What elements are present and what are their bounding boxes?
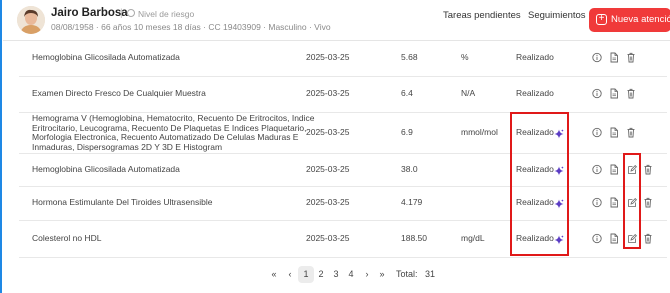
pending-tasks-button[interactable]: Tareas pendientes bbox=[443, 10, 521, 21]
exam-unit: mmol/mol bbox=[461, 126, 498, 137]
exam-name-line: Inmaduras, Dispersogramas 2D Y 3D E Hist… bbox=[32, 141, 223, 152]
exam-date: 2025-03-25 bbox=[306, 88, 350, 98]
exam-date: 2025-03-25 bbox=[306, 197, 350, 207]
first-page-icon[interactable]: « bbox=[266, 266, 282, 283]
page-3[interactable]: 3 bbox=[328, 266, 344, 283]
followups-button[interactable]: Seguimientos bbox=[528, 10, 586, 21]
exam-date: 2025-03-25 bbox=[306, 126, 350, 137]
table-row: Hormona Estimulante Del Tiroides Ultrase… bbox=[19, 186, 667, 221]
exam-value: 6.9 bbox=[401, 126, 413, 137]
trash-icon[interactable] bbox=[643, 233, 653, 244]
exam-date: 2025-03-25 bbox=[306, 52, 350, 62]
info-icon[interactable] bbox=[592, 127, 602, 138]
page-4[interactable]: 4 bbox=[343, 266, 359, 283]
info-icon[interactable] bbox=[592, 52, 602, 63]
trash-icon[interactable] bbox=[626, 127, 636, 138]
exam-name: Hormona Estimulante Del Tiroides Ultrase… bbox=[32, 197, 213, 207]
document-icon[interactable] bbox=[609, 233, 619, 244]
table-row: Colesterol no HDL 2025-03-25 188.50 mg/dL Re… bbox=[19, 220, 667, 258]
exam-name-line: Morfologia Electronica, Recuento Automat… bbox=[32, 132, 299, 143]
exam-value: 38.0 bbox=[401, 163, 418, 174]
patient-header: Jairo Barbosa | Nivel de riesgo 08/08/19… bbox=[3, 0, 670, 41]
status-highlight-box bbox=[510, 112, 569, 256]
info-icon[interactable] bbox=[592, 233, 602, 244]
exam-unit: mg/dL bbox=[461, 232, 485, 243]
trash-icon[interactable] bbox=[626, 88, 636, 99]
risk-level-label: Nivel de riesgo bbox=[138, 9, 195, 19]
last-page-icon[interactable]: » bbox=[374, 266, 390, 283]
table-row: Examen Directo Fresco De Cualquier Muest… bbox=[19, 76, 667, 113]
exam-date: 2025-03-25 bbox=[306, 232, 350, 243]
trash-icon[interactable] bbox=[626, 52, 636, 63]
prev-page-icon[interactable]: ‹ bbox=[282, 266, 298, 283]
exam-date: 2025-03-25 bbox=[306, 163, 350, 174]
info-icon[interactable] bbox=[592, 197, 602, 208]
exam-value: 5.68 bbox=[401, 52, 418, 62]
page-2[interactable]: 2 bbox=[313, 266, 329, 283]
exam-status: Realizado bbox=[516, 88, 554, 98]
exam-value: 188.50 bbox=[401, 232, 427, 243]
info-icon[interactable] bbox=[592, 88, 602, 99]
plus-icon: + bbox=[596, 14, 607, 25]
page-1[interactable]: 1 bbox=[298, 266, 314, 283]
exam-name: Hemoglobina Glicosilada Automatizada bbox=[32, 163, 180, 174]
document-icon[interactable] bbox=[609, 52, 619, 63]
header-separator: | bbox=[120, 8, 123, 19]
trash-icon[interactable] bbox=[643, 164, 653, 175]
info-icon[interactable] bbox=[592, 164, 602, 175]
exam-value: 6.4 bbox=[401, 88, 413, 98]
new-attention-button[interactable]: + Nueva atención bbox=[589, 8, 670, 32]
risk-level[interactable]: Nivel de riesgo bbox=[127, 9, 194, 19]
exam-unit: N/A bbox=[461, 88, 476, 98]
document-icon[interactable] bbox=[609, 164, 619, 175]
exam-value: 4.179 bbox=[401, 197, 423, 207]
exam-name: Colesterol no HDL bbox=[32, 232, 102, 243]
document-icon[interactable] bbox=[609, 197, 619, 208]
document-icon[interactable] bbox=[609, 127, 619, 138]
total-value: 31 bbox=[425, 269, 436, 279]
new-attention-label: Nueva atención bbox=[611, 14, 670, 25]
exam-name-line: Eritrocitario, Leucograma, Recuento De P… bbox=[32, 122, 307, 133]
patient-details: 08/08/1958 · 66 años 10 meses 18 días · … bbox=[51, 22, 331, 32]
total-label: Total: bbox=[396, 269, 418, 279]
exam-name-line: Hemograma V (Hemoglobina, Hematocrito, R… bbox=[32, 113, 315, 123]
document-icon[interactable] bbox=[609, 88, 619, 99]
exam-name: Examen Directo Fresco De Cualquier Muest… bbox=[32, 88, 206, 98]
edit-highlight-box bbox=[623, 153, 641, 249]
exam-status: Realizado bbox=[516, 52, 554, 62]
exam-name: Hemoglobina Glicosilada Automatizada bbox=[32, 52, 180, 62]
patient-name: Jairo Barbosa bbox=[51, 7, 128, 19]
trash-icon[interactable] bbox=[643, 197, 653, 208]
table-row: Hemoglobina Glicosilada Automatizada 2025… bbox=[19, 153, 667, 187]
total-count: Total: 31 bbox=[396, 266, 435, 283]
window-left-border bbox=[0, 0, 2, 293]
next-page-icon[interactable]: › bbox=[359, 266, 375, 283]
table-row: Hemoglobina Glicosilada Automatizada 2025… bbox=[19, 40, 667, 77]
exam-unit: % bbox=[461, 52, 469, 62]
risk-indicator-icon bbox=[127, 9, 135, 17]
patient-avatar bbox=[17, 6, 45, 34]
table-row: Hemograma V (Hemoglobina, Hematocrito, R… bbox=[19, 112, 667, 154]
